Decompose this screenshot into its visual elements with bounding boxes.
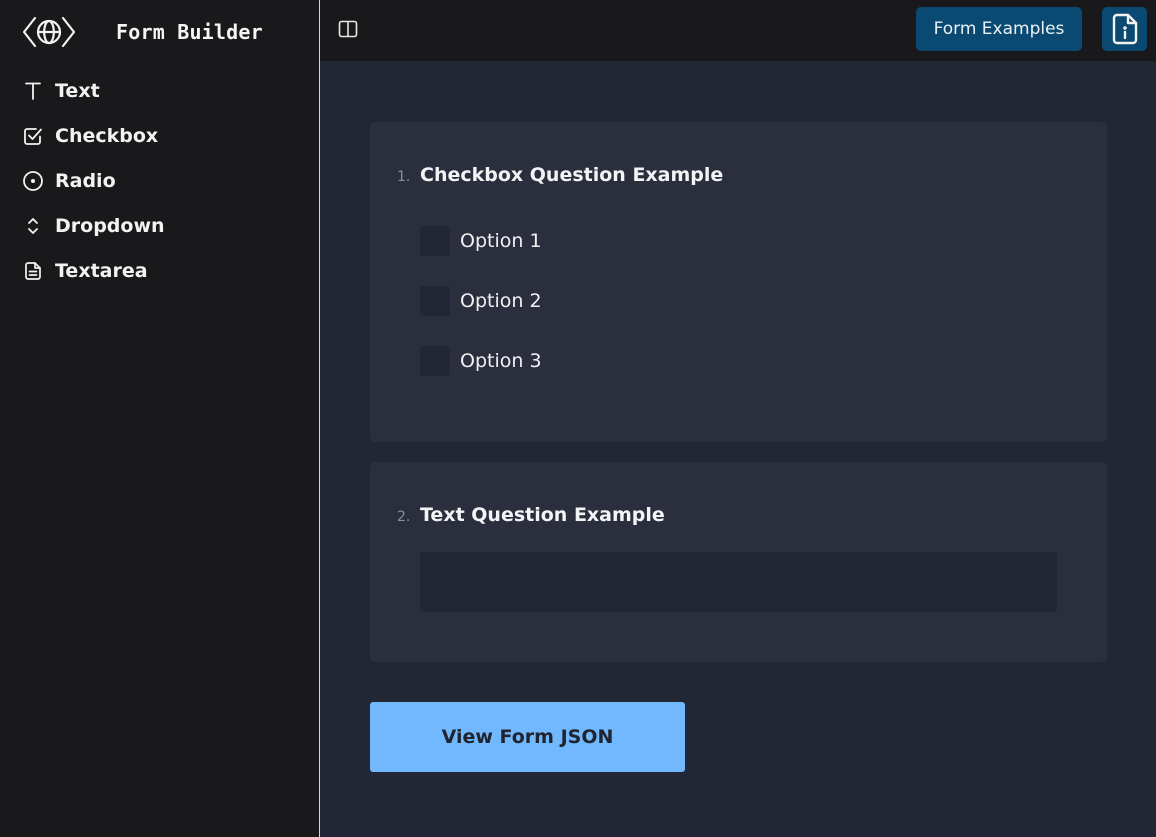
- sidebar: Form Builder Text Checkbox Radio Dropdow…: [0, 0, 319, 837]
- option-label: Option 2: [460, 290, 542, 312]
- sidebar-item-label: Dropdown: [55, 214, 165, 237]
- sidebar-item-text[interactable]: Text: [22, 68, 302, 113]
- option-label: Option 3: [460, 350, 542, 372]
- sidebar-toggle-icon[interactable]: [337, 18, 359, 40]
- question-card-checkbox[interactable]: 1. Checkbox Question Example Option 1 Op…: [370, 122, 1107, 442]
- sidebar-item-label: Radio: [55, 169, 116, 192]
- checkbox-input[interactable]: [420, 346, 450, 376]
- text-type-icon: [22, 80, 44, 102]
- checkbox-input[interactable]: [420, 226, 450, 256]
- radio-icon: [22, 170, 44, 192]
- checkbox-input[interactable]: [420, 286, 450, 316]
- sidebar-item-radio[interactable]: Radio: [22, 158, 302, 203]
- sidebar-item-label: Textarea: [55, 259, 148, 282]
- question-header: 2. Text Question Example: [397, 504, 665, 526]
- question-title: Text Question Example: [420, 504, 665, 526]
- question-title: Checkbox Question Example: [420, 164, 724, 186]
- brand: Form Builder: [22, 12, 263, 52]
- sidebar-item-dropdown[interactable]: Dropdown: [22, 203, 302, 248]
- sidebar-item-checkbox[interactable]: Checkbox: [22, 113, 302, 158]
- question-card-text[interactable]: 2. Text Question Example: [370, 462, 1107, 662]
- globe-code-icon: [22, 16, 76, 48]
- sidebar-item-label: Text: [55, 79, 100, 102]
- checkbox-option-2[interactable]: Option 2: [420, 286, 542, 316]
- form-builder-app: Form Builder Text Checkbox Radio Dropdow…: [0, 0, 1156, 837]
- checkbox-options: Option 1 Option 2 Option 3: [420, 226, 542, 406]
- checkbox-option-3[interactable]: Option 3: [420, 346, 542, 376]
- form-canvas: 1. Checkbox Question Example Option 1 Op…: [320, 61, 1156, 837]
- text-answer-input[interactable]: [420, 552, 1057, 612]
- checkbox-icon: [22, 125, 44, 147]
- view-form-json-button[interactable]: View Form JSON: [370, 702, 685, 772]
- app-title: Form Builder: [116, 20, 263, 44]
- file-info-icon: [1112, 13, 1137, 45]
- file-text-icon: [22, 260, 44, 282]
- info-button[interactable]: [1102, 7, 1147, 51]
- question-number: 1.: [397, 169, 411, 185]
- checkbox-option-1[interactable]: Option 1: [420, 226, 542, 256]
- chevrons-up-down-icon: [22, 215, 44, 237]
- option-label: Option 1: [460, 230, 542, 252]
- field-type-nav: Text Checkbox Radio Dropdown Textarea: [22, 68, 302, 293]
- question-header: 1. Checkbox Question Example: [397, 164, 723, 186]
- question-number: 2.: [397, 509, 411, 525]
- topbar: Form Examples: [320, 0, 1156, 61]
- form-examples-button[interactable]: Form Examples: [916, 7, 1082, 51]
- sidebar-item-label: Checkbox: [55, 124, 159, 147]
- sidebar-item-textarea[interactable]: Textarea: [22, 248, 302, 293]
